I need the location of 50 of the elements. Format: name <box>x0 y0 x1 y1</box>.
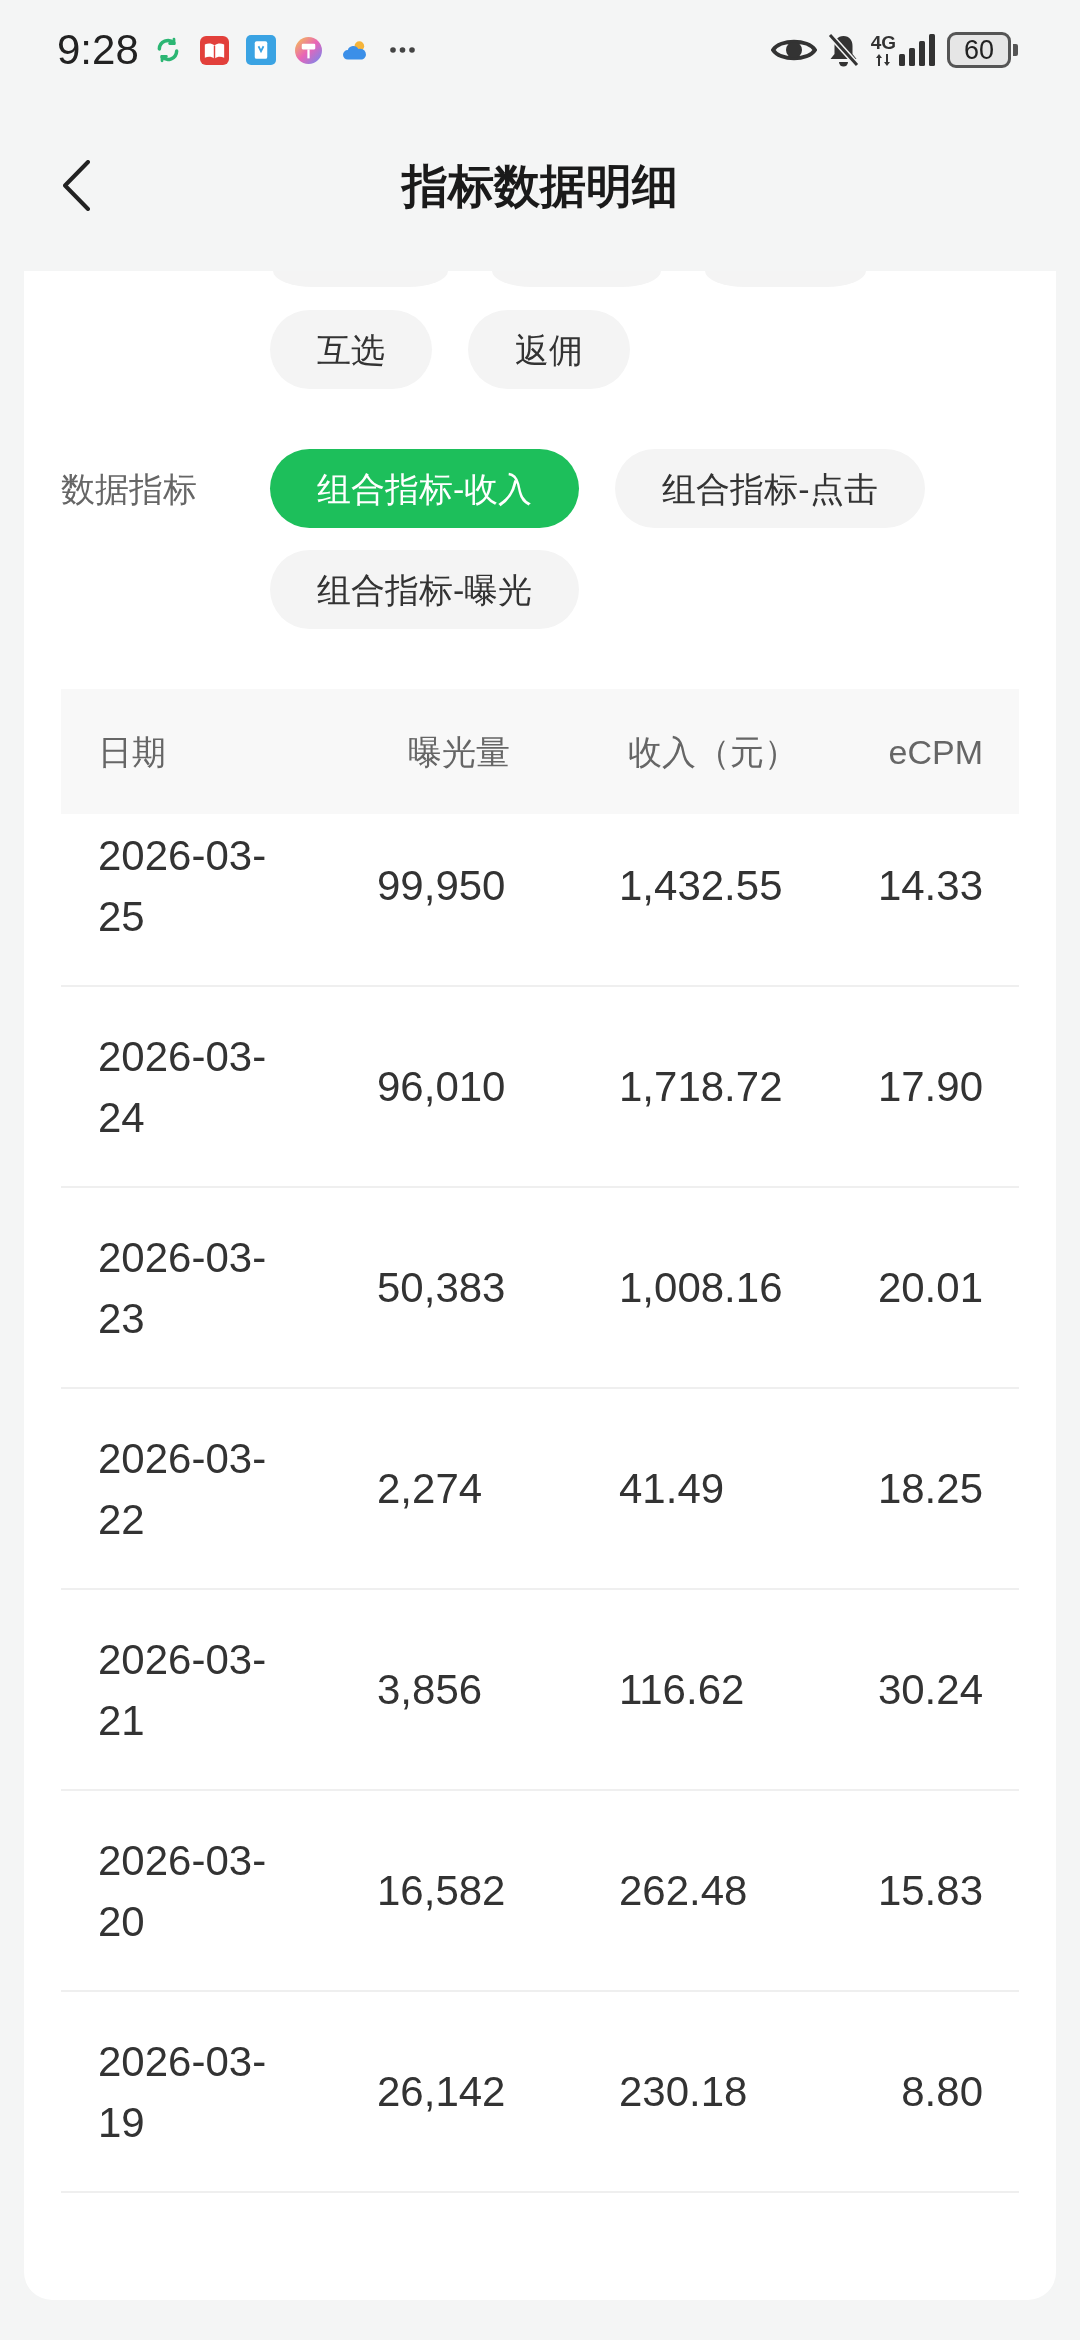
data-arrows-icon <box>876 54 891 66</box>
bell-off-icon <box>827 32 859 68</box>
battery-indicator: 60 <box>947 32 1018 68</box>
table-cell-text: 17.90 <box>877 1062 983 1112</box>
date-cell-text: 2026-03-20 <box>98 1835 268 1947</box>
date-cell-text: 2026-03-22 <box>98 1433 268 1545</box>
signal-icon <box>899 34 935 66</box>
date-cell-text: 2026-03-25 <box>98 830 268 942</box>
date-cell-text: 2026-03-19 <box>98 2036 268 2148</box>
filter-chip[interactable]: 返佣 <box>468 310 630 389</box>
column-header: 日期 <box>98 734 166 769</box>
table-cell-text: 1,432.55 <box>619 861 783 911</box>
table-cell-text: 96,010 <box>377 1062 506 1112</box>
table-cell-text: 41.49 <box>619 1464 725 1514</box>
table-cell-text: 230.18 <box>619 2067 748 2117</box>
date-cell-text: 2026-03-23 <box>98 1232 268 1344</box>
table-cell-text: 262.48 <box>619 1866 748 1916</box>
table-cell-text: 1,008.16 <box>619 1263 783 1313</box>
table-cell-text: 20.01 <box>877 1263 983 1313</box>
filter-chip[interactable]: 组合指标-曝光 <box>270 550 580 629</box>
column-header: 曝光量 <box>408 734 510 769</box>
clock: 9:28 <box>57 29 139 71</box>
page-title: 指标数据明细 <box>402 162 678 209</box>
table-cell-text: 30.24 <box>877 1665 983 1715</box>
table-cell-text: 2,274 <box>377 1464 483 1514</box>
table-cell-text: 116.62 <box>619 1665 745 1715</box>
table-cell-text: 8.80 <box>901 2067 983 2117</box>
column-header: eCPM <box>888 734 983 769</box>
filter-chip[interactable]: 组合指标-点击 <box>615 449 925 528</box>
table-cell-text: 26,142 <box>377 2067 506 2117</box>
cloud-sun-icon <box>342 39 368 61</box>
date-cell-text: 2026-03-24 <box>98 1031 268 1143</box>
paint-roller-icon <box>294 36 322 64</box>
table-cell-text: 1,718.72 <box>619 1062 783 1112</box>
back-icon[interactable] <box>63 160 90 211</box>
table-cell-text: 18.25 <box>877 1464 983 1514</box>
filter-chip[interactable]: 互选 <box>270 310 432 389</box>
table-cell-text: 15.83 <box>877 1866 983 1916</box>
date-cell-text: 2026-03-21 <box>98 1634 268 1746</box>
table-cell-text: 14.33 <box>877 861 983 911</box>
filter-label: 数据指标 <box>61 471 197 506</box>
table-cell-text: 16,582 <box>377 1866 506 1916</box>
table-cell-text: 50,383 <box>377 1263 506 1313</box>
card-icon <box>245 35 276 65</box>
book-icon <box>199 35 229 65</box>
network-type: 4G <box>870 34 896 52</box>
table-cell-text: 3,856 <box>377 1665 483 1715</box>
table-cell-text: 99,950 <box>377 861 506 911</box>
column-header: 收入（元） <box>628 734 798 769</box>
more-icon <box>389 47 415 53</box>
